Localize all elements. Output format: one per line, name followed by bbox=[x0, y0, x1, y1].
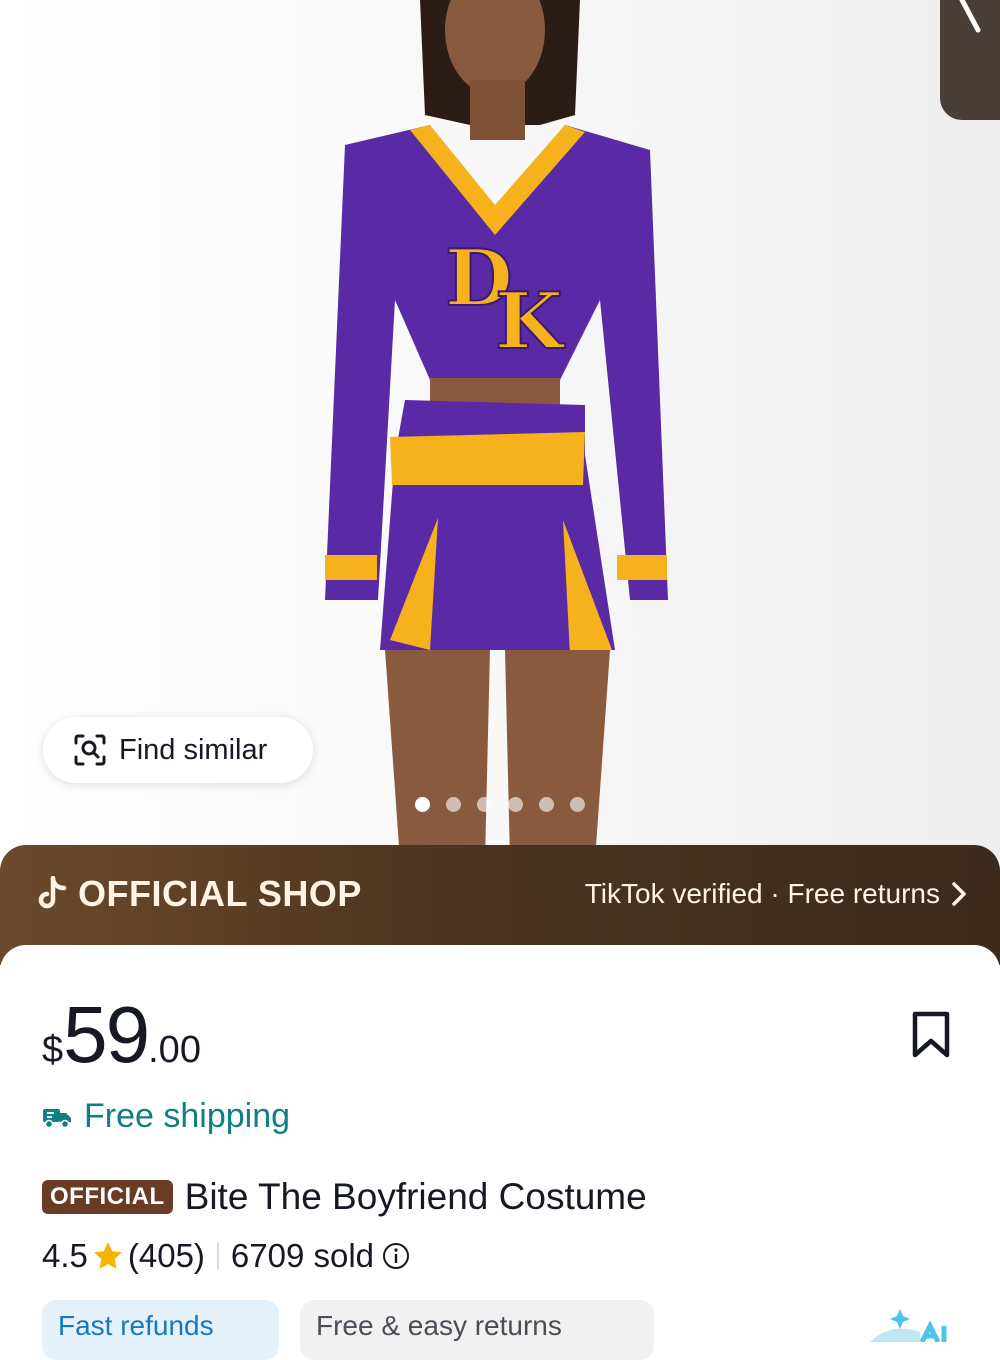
free-returns-chip[interactable]: Free & easy returns bbox=[300, 1300, 654, 1360]
page-dot[interactable] bbox=[570, 797, 585, 812]
back-button[interactable] bbox=[940, 0, 1000, 120]
product-title-row: OFFICIAL Bite The Boyfriend Costume bbox=[42, 1176, 647, 1218]
back-arrow-icon bbox=[959, 0, 981, 33]
star-icon bbox=[93, 1242, 122, 1269]
shop-tagline: TikTok verified · Free returns bbox=[584, 878, 940, 909]
tiktok-icon bbox=[38, 876, 67, 909]
ai-assistant-icon[interactable] bbox=[860, 1302, 960, 1342]
fast-refunds-label: Fast refunds bbox=[58, 1310, 214, 1341]
bookmark-icon[interactable] bbox=[910, 1010, 952, 1060]
sold-count: 6709 sold bbox=[230, 1237, 375, 1274]
fast-refunds-chip[interactable]: Fast refunds bbox=[42, 1300, 279, 1360]
svg-text:K: K bbox=[495, 276, 566, 367]
divider bbox=[216, 1242, 219, 1270]
free-shipping-label: Free shipping bbox=[42, 1097, 290, 1136]
product-title: Bite The Boyfriend Costume bbox=[184, 1176, 647, 1217]
review-count: (405) bbox=[127, 1237, 205, 1274]
shop-verification-link[interactable]: TikTok verified · Free returns bbox=[585, 878, 968, 910]
page-dot[interactable] bbox=[477, 797, 492, 812]
price-whole: 59 bbox=[63, 990, 150, 1079]
shipping-text: Free shipping bbox=[84, 1097, 291, 1135]
find-similar-label: Find similar bbox=[119, 733, 268, 766]
page-dot[interactable] bbox=[415, 797, 430, 812]
price-currency: $ bbox=[42, 1029, 64, 1071]
truck-icon bbox=[43, 1108, 71, 1128]
official-shop-title: OFFICIAL SHOP bbox=[78, 873, 362, 914]
rating-value: 4.5 bbox=[42, 1237, 88, 1274]
visual-search-icon bbox=[74, 734, 106, 766]
rating-row[interactable]: 4.5 (405) 6709 sold bbox=[42, 1237, 410, 1275]
product-image-gallery[interactable]: D K Find similar bbox=[0, 0, 1000, 860]
info-icon[interactable] bbox=[382, 1242, 410, 1270]
price-decimal: .00 bbox=[148, 1029, 201, 1071]
chevron-right-icon bbox=[952, 882, 966, 906]
free-returns-label: Free & easy returns bbox=[316, 1310, 562, 1341]
find-similar-button[interactable]: Find similar bbox=[43, 717, 313, 783]
page-dot[interactable] bbox=[539, 797, 554, 812]
official-shop-label: OFFICIAL SHOP bbox=[36, 873, 362, 915]
gallery-pagination bbox=[415, 797, 585, 812]
official-badge: OFFICIAL bbox=[42, 1180, 173, 1214]
page-dot[interactable] bbox=[446, 797, 461, 812]
product-price: $ 59 .00 bbox=[42, 995, 201, 1075]
page-dot[interactable] bbox=[508, 797, 523, 812]
